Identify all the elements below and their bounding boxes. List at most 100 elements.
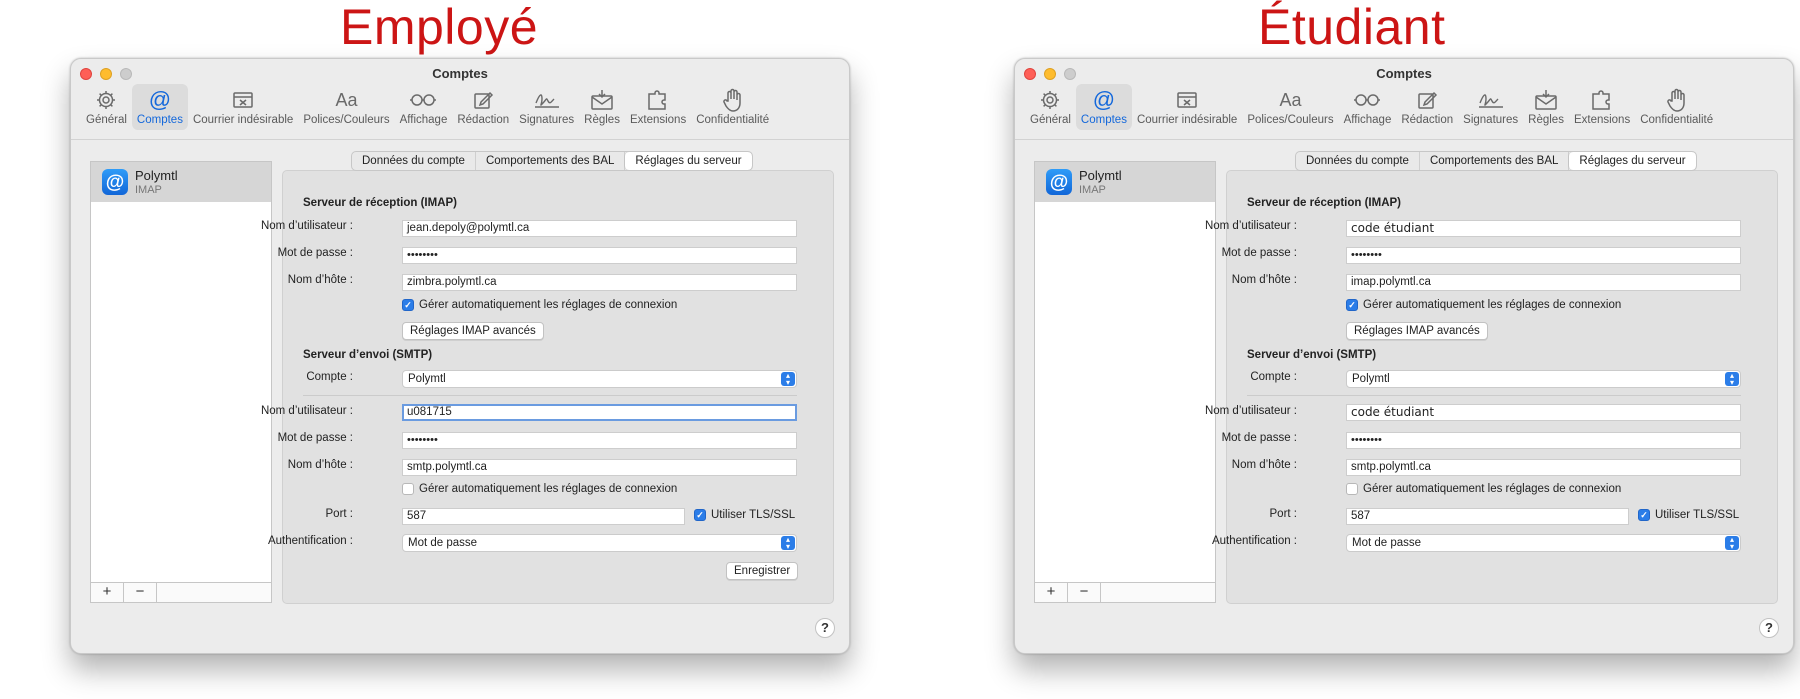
accounts-list-footer: + − <box>1035 582 1215 602</box>
toolbar-viewing[interactable]: Affichage <box>1339 84 1397 130</box>
advanced-imap-settings-button[interactable]: Réglages IMAP avancés <box>402 322 544 340</box>
imap-auto-manage-checkbox[interactable]: ✓ Gérer automatiquement les réglages de … <box>402 299 677 311</box>
at-icon: @ <box>148 87 172 112</box>
account-type: IMAP <box>135 184 162 196</box>
toolbar-signatures[interactable]: Signatures <box>514 84 579 130</box>
toolbar-junk-mail[interactable]: Courrier indésirable <box>188 84 298 130</box>
advanced-imap-settings-button[interactable]: Réglages IMAP avancés <box>1346 322 1488 340</box>
toolbar-label: Général <box>1030 114 1071 126</box>
toolbar-fonts-colors[interactable]: Aa Polices/Couleurs <box>298 84 394 130</box>
add-account-button[interactable]: + <box>91 583 124 602</box>
smtp-auto-manage-checkbox[interactable]: Gérer automatiquement les réglages de co… <box>1346 483 1621 495</box>
toolbar-general[interactable]: Général <box>1025 84 1076 130</box>
account-at-icon: @ <box>102 169 128 195</box>
smtp-hostname-label: Nom d’hôte : <box>287 459 353 471</box>
compose-icon <box>1416 87 1438 113</box>
rules-envelope-icon <box>590 87 614 113</box>
imap-auto-manage-checkbox[interactable]: ✓ Gérer automatiquement les réglages de … <box>1346 299 1621 311</box>
tab-server-settings[interactable]: Réglages du serveur <box>1569 152 1696 170</box>
smtp-hostname-field[interactable]: smtp.polymtl.ca <box>1346 459 1741 476</box>
smtp-hostname-field[interactable]: smtp.polymtl.ca <box>402 459 797 476</box>
toolbar-accounts[interactable]: @ Comptes <box>1075 84 1132 130</box>
account-tabs: Données du compte Comportements des BAL … <box>1295 151 1697 171</box>
tab-mailbox-behaviors[interactable]: Comportements des BAL <box>1420 152 1570 170</box>
smtp-auto-manage-checkbox[interactable]: Gérer automatiquement les réglages de co… <box>402 483 677 495</box>
toolbar-label: Signatures <box>519 114 575 126</box>
tab-account-info[interactable]: Données du compte <box>352 152 476 170</box>
imap-username-field[interactable]: code étudiant <box>1346 220 1741 237</box>
toolbar-label: Règles <box>584 114 620 126</box>
glasses-icon <box>409 87 437 113</box>
preferences-toolbar: Général @ Comptes Courrier indésirable A… <box>1025 84 1718 130</box>
save-button[interactable]: Enregistrer <box>726 562 799 580</box>
toolbar-label: Affichage <box>1343 114 1392 126</box>
fonts-icon: Aa <box>335 89 358 110</box>
account-name: Polymtl <box>1079 168 1122 183</box>
toolbar-composing[interactable]: Rédaction <box>452 84 514 130</box>
tab-account-info[interactable]: Données du compte <box>1296 152 1420 170</box>
remove-account-button[interactable]: − <box>124 583 157 602</box>
toolbar-viewing[interactable]: Affichage <box>395 84 453 130</box>
unchecked-box-icon <box>1346 483 1358 495</box>
toolbar-accounts[interactable]: @ Comptes <box>131 84 188 130</box>
toolbar-composing[interactable]: Rédaction <box>1396 84 1458 130</box>
help-button[interactable]: ? <box>815 618 835 638</box>
toolbar-label: Affichage <box>399 114 448 126</box>
compose-icon <box>472 87 494 113</box>
imap-hostname-label: Nom d’hôte : <box>287 274 353 286</box>
toolbar-rules[interactable]: Règles <box>1523 84 1569 130</box>
imap-password-field[interactable]: •••••••• <box>402 247 797 264</box>
puzzle-icon <box>1590 87 1614 113</box>
use-tls-ssl-checkbox[interactable]: ✓ Utiliser TLS/SSL <box>694 509 795 521</box>
toolbar-privacy[interactable]: Confidentialité <box>1635 84 1718 130</box>
toolbar-extensions[interactable]: Extensions <box>625 84 691 130</box>
imap-hostname-label: Nom d’hôte : <box>1231 274 1297 286</box>
hand-icon <box>722 87 743 113</box>
port-label: Port : <box>1269 508 1297 520</box>
toolbar-extensions[interactable]: Extensions <box>1569 84 1635 130</box>
authentication-select[interactable]: Mot de passe ▴ ▾ <box>1346 534 1741 552</box>
smtp-divider <box>1247 395 1741 396</box>
toolbar-privacy[interactable]: Confidentialité <box>691 84 774 130</box>
checkmark-icon: ✓ <box>402 299 414 311</box>
add-account-button[interactable]: + <box>1035 583 1068 602</box>
toolbar-rules[interactable]: Règles <box>579 84 625 130</box>
smtp-username-field[interactable]: u081715 <box>402 404 797 421</box>
imap-username-field[interactable]: jean.depoly@polymtl.ca <box>402 220 797 237</box>
smtp-account-label: Compte : <box>306 371 353 383</box>
select-arrows-icon: ▴ ▾ <box>781 536 795 551</box>
smtp-username-field[interactable]: code étudiant <box>1346 404 1741 421</box>
smtp-password-label: Mot de passe : <box>1221 432 1297 444</box>
incoming-server-heading: Serveur de réception (IMAP) <box>303 197 458 209</box>
toolbar-label: Polices/Couleurs <box>1247 114 1334 126</box>
outgoing-server-heading: Serveur d’envoi (SMTP) <box>303 349 433 361</box>
toolbar-label: Général <box>86 114 127 126</box>
student-title: Étudiant <box>1258 0 1446 55</box>
imap-hostname-field[interactable]: zimbra.polymtl.ca <box>402 274 797 291</box>
remove-account-button[interactable]: − <box>1068 583 1101 602</box>
toolbar-signatures[interactable]: Signatures <box>1458 84 1523 130</box>
smtp-password-field[interactable]: •••••••• <box>1346 432 1741 449</box>
tab-mailbox-behaviors[interactable]: Comportements des BAL <box>476 152 626 170</box>
authentication-select[interactable]: Mot de passe ▴ ▾ <box>402 534 797 552</box>
smtp-account-select[interactable]: Polymtl ▴ ▾ <box>402 370 797 388</box>
help-button[interactable]: ? <box>1759 618 1779 638</box>
toolbar-junk-mail[interactable]: Courrier indésirable <box>1132 84 1242 130</box>
toolbar-fonts-colors[interactable]: Aa Polices/Couleurs <box>1242 84 1338 130</box>
authentication-value: Mot de passe <box>408 537 478 549</box>
imap-username-label: Nom d’utilisateur : <box>1204 220 1297 232</box>
account-row[interactable]: @ Polymtl IMAP <box>91 162 271 202</box>
toolbar-general[interactable]: Général <box>81 84 132 130</box>
use-tls-ssl-checkbox[interactable]: ✓ Utiliser TLS/SSL <box>1638 509 1739 521</box>
smtp-password-field[interactable]: •••••••• <box>402 432 797 449</box>
smtp-account-select[interactable]: Polymtl ▴ ▾ <box>1346 370 1741 388</box>
toolbar-label: Confidentialité <box>1640 114 1714 126</box>
imap-password-field[interactable]: •••••••• <box>1346 247 1741 264</box>
rules-envelope-icon <box>1534 87 1558 113</box>
account-row[interactable]: @ Polymtl IMAP <box>1035 162 1215 202</box>
tab-server-settings[interactable]: Réglages du serveur <box>625 152 752 170</box>
employee-preferences-window: Comptes Général @ Comptes Courrier indés… <box>70 58 850 654</box>
port-field[interactable]: 587 <box>402 508 685 525</box>
port-field[interactable]: 587 <box>1346 508 1629 525</box>
imap-hostname-field[interactable]: imap.polymtl.ca <box>1346 274 1741 291</box>
